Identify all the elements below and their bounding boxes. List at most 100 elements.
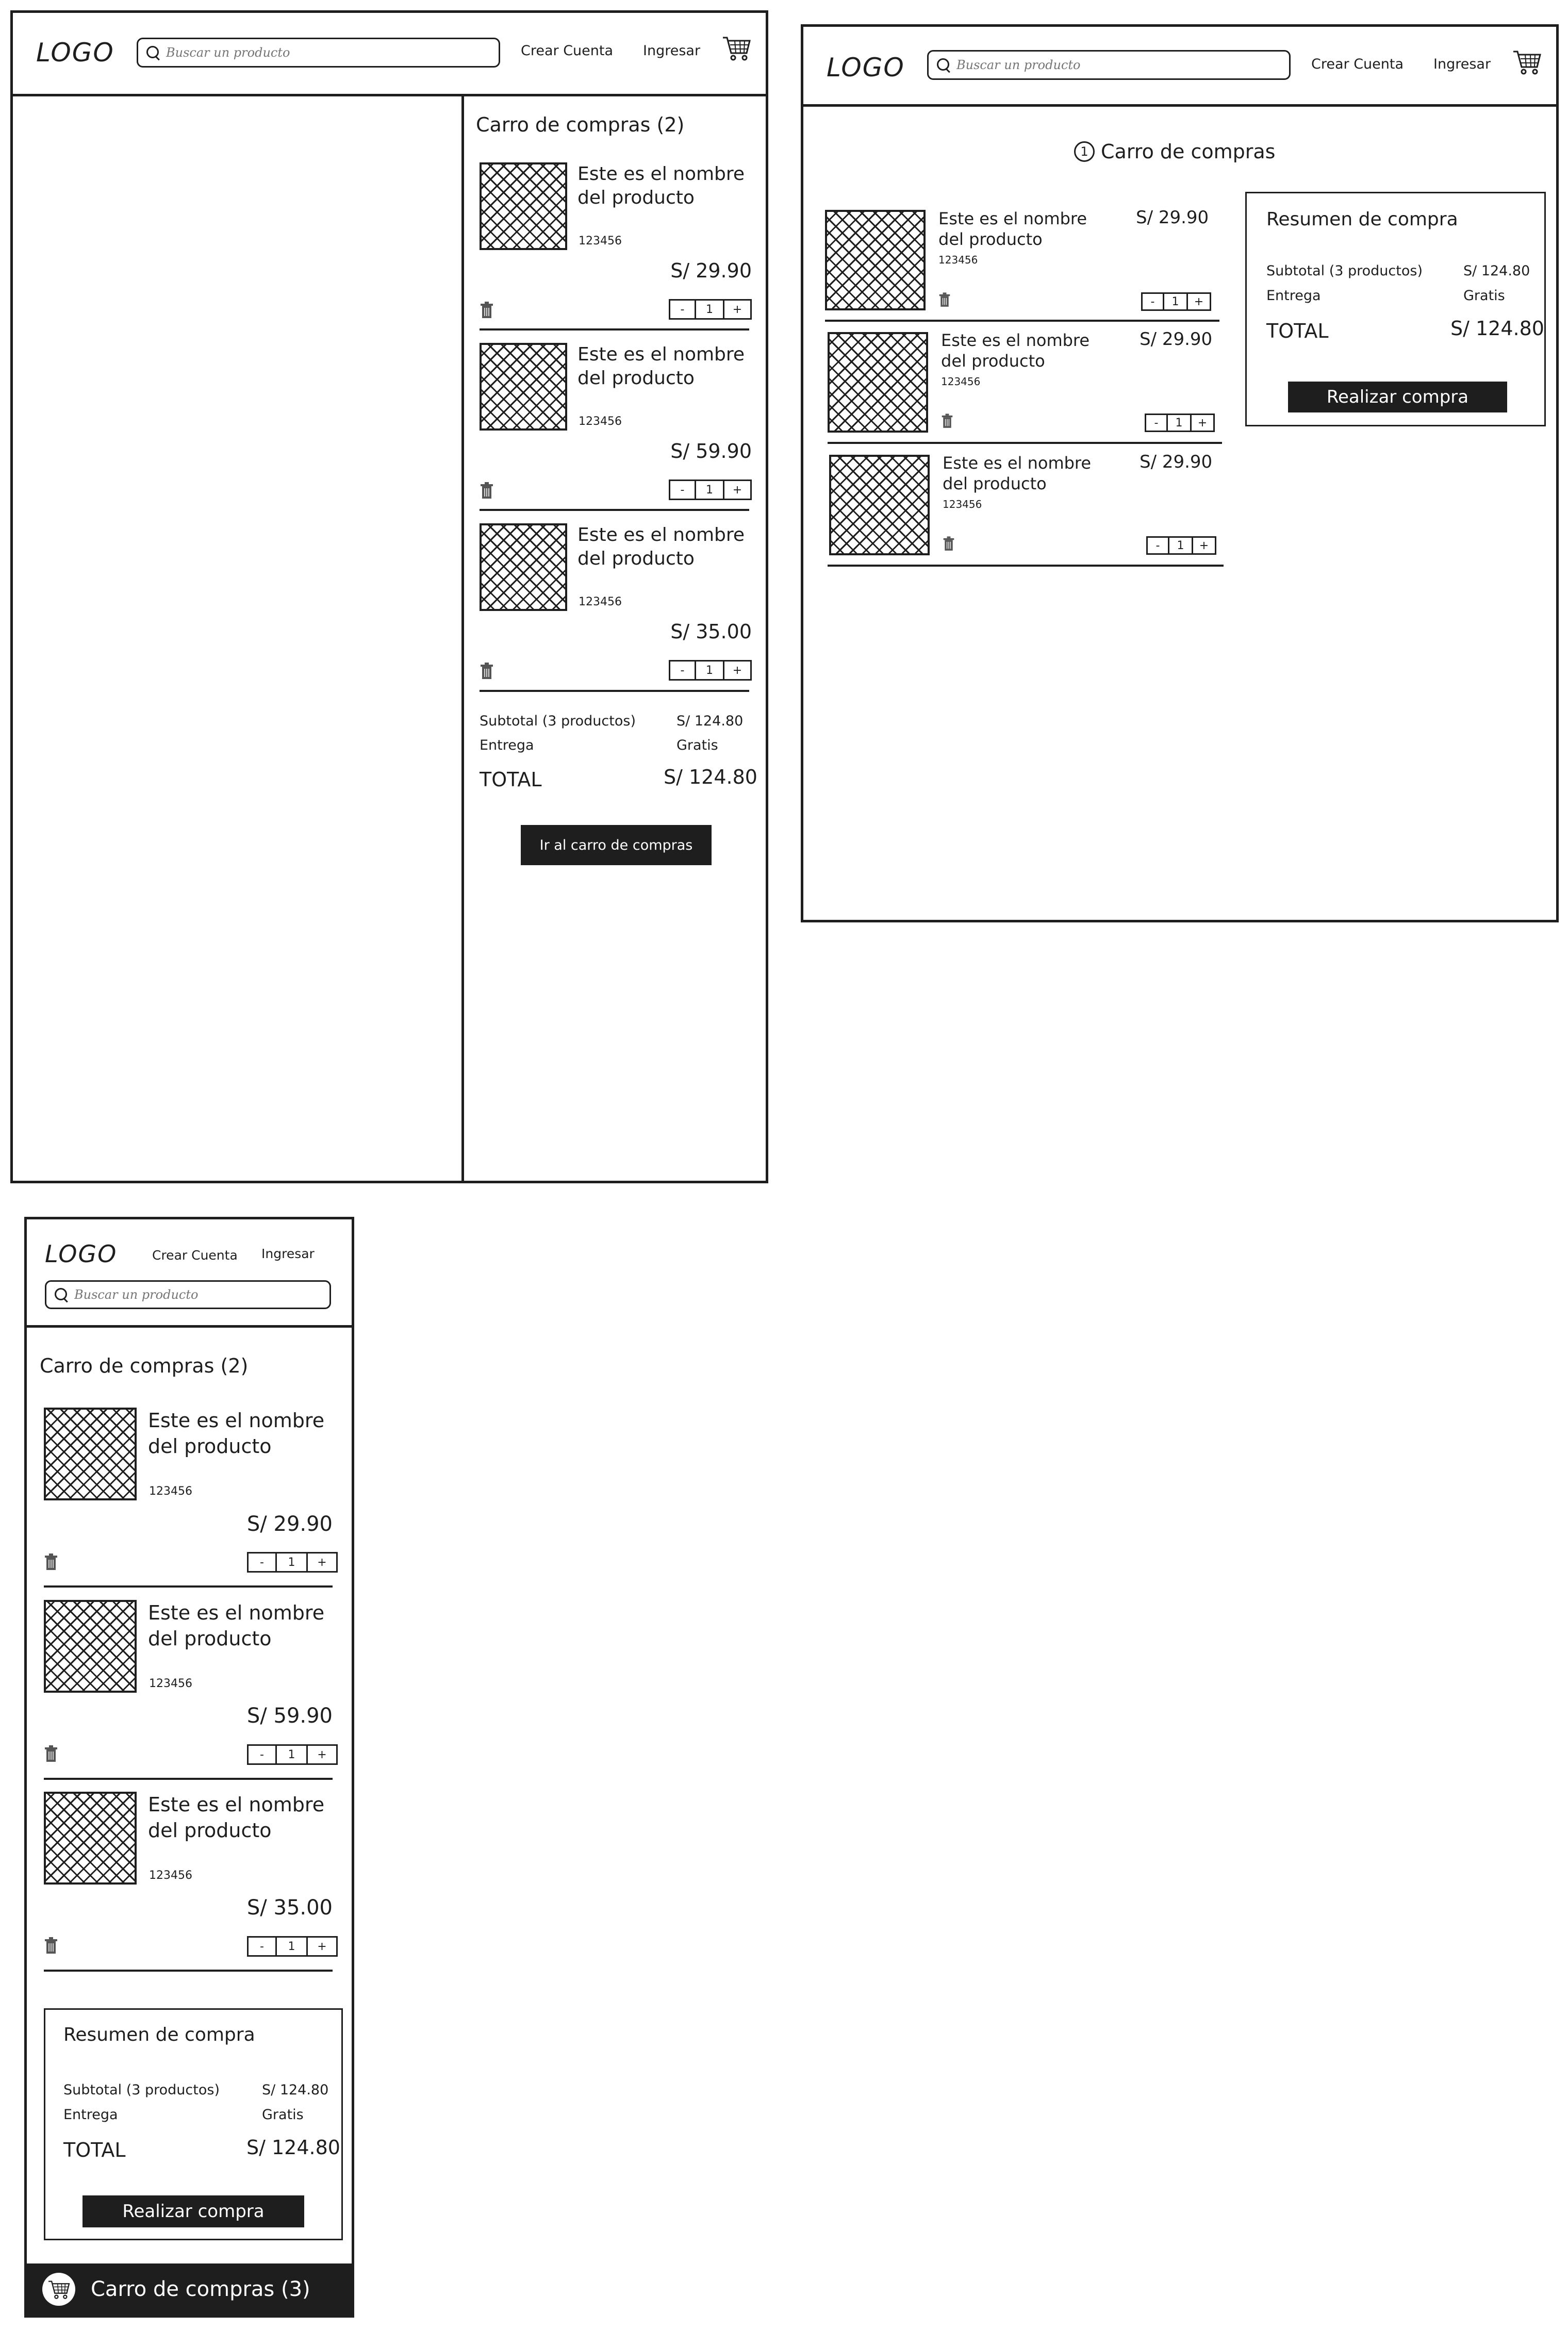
create-account-link[interactable]: Crear Cuenta [521, 43, 613, 59]
decrease-button[interactable]: - [249, 1746, 277, 1763]
product-sku: 123456 [149, 1869, 192, 1882]
quantity-value[interactable]: 1 [277, 1938, 308, 1955]
increase-button[interactable]: + [308, 1554, 336, 1571]
cart-icon[interactable] [722, 35, 751, 61]
product-name[interactable]: Este es el nombre del producto [577, 343, 763, 390]
product-price: S/ 59.90 [670, 440, 752, 462]
product-name[interactable]: Este es el nombre del producto [148, 1600, 344, 1651]
trash-icon[interactable] [44, 1937, 58, 1955]
login-link[interactable]: Ingresar [643, 43, 700, 59]
search-input[interactable] [956, 58, 1239, 72]
product-name[interactable]: Este es el nombre del producto [577, 162, 763, 210]
logo[interactable]: LOGO [827, 53, 905, 82]
quantity-stepper[interactable]: - 1 + [247, 1552, 338, 1573]
search-icon [54, 1287, 69, 1302]
drawer-title: Carro de compras (2) [476, 113, 685, 136]
quantity-value[interactable]: 1 [696, 662, 724, 679]
header: LOGO Crear Cuenta Ingresar [13, 13, 766, 96]
decrease-button[interactable]: - [670, 301, 696, 318]
item-divider [480, 690, 749, 692]
trash-icon[interactable] [941, 414, 953, 429]
go-to-cart-button[interactable]: Ir al carro de compras [521, 825, 712, 865]
checkout-button[interactable]: Realizar compra [1288, 382, 1507, 412]
trash-icon[interactable] [44, 1554, 58, 1571]
decrease-button[interactable]: - [249, 1938, 277, 1955]
subtotal-value: S/ 124.80 [1463, 263, 1530, 279]
checkout-button[interactable]: Realizar compra [82, 2195, 304, 2227]
drawer-divider [461, 94, 464, 1181]
decrease-button[interactable]: - [1146, 415, 1168, 431]
quantity-stepper[interactable]: - 1 + [669, 480, 752, 500]
quantity-value[interactable]: 1 [277, 1554, 308, 1571]
trash-icon[interactable] [938, 292, 951, 308]
cart-icon [48, 2281, 70, 2299]
quantity-stepper[interactable]: - 1 + [1141, 292, 1211, 311]
increase-button[interactable]: + [724, 662, 750, 679]
search-bar[interactable] [137, 38, 500, 68]
trash-icon[interactable] [44, 1745, 58, 1763]
logo[interactable]: LOGO [45, 1240, 117, 1268]
product-price: S/ 35.00 [246, 1896, 333, 1920]
total-label: TOTAL [1266, 320, 1329, 342]
product-name[interactable]: Este es el nombre del producto [941, 330, 1106, 371]
quantity-stepper[interactable]: - 1 + [247, 1744, 338, 1765]
item-divider [825, 320, 1219, 322]
quantity-value[interactable]: 1 [1169, 538, 1193, 553]
increase-button[interactable]: + [724, 481, 750, 499]
mobile-cart-bar[interactable]: Carro de compras (3) [27, 2263, 352, 2315]
decrease-button[interactable]: - [670, 481, 696, 499]
item-divider [44, 1970, 333, 1972]
product-name[interactable]: Este es el nombre del producto [577, 523, 763, 571]
desktop-cart-page-frame: LOGO Crear Cuenta Ingresar 1 Carro de co… [801, 24, 1559, 922]
quantity-stepper[interactable]: - 1 + [247, 1936, 338, 1957]
search-input[interactable] [166, 45, 449, 60]
trash-icon[interactable] [480, 302, 494, 319]
cart-icon[interactable] [1512, 48, 1541, 75]
quantity-value[interactable]: 1 [696, 301, 724, 318]
quantity-stepper[interactable]: - 1 + [669, 660, 752, 681]
search-bar[interactable] [927, 50, 1291, 80]
total-label: TOTAL [63, 2139, 126, 2161]
quantity-stepper[interactable]: - 1 + [669, 299, 752, 320]
page-title: 1 Carro de compras [1074, 140, 1275, 163]
quantity-value[interactable]: 1 [1168, 415, 1192, 431]
search-input[interactable] [74, 1287, 295, 1302]
trash-icon[interactable] [480, 482, 494, 500]
increase-button[interactable]: + [308, 1938, 336, 1955]
subtotal-label: Subtotal (3 productos) [480, 713, 636, 729]
increase-button[interactable]: + [1193, 538, 1215, 553]
product-name[interactable]: Este es el nombre del producto [148, 1792, 344, 1843]
increase-button[interactable]: + [308, 1746, 336, 1763]
search-bar[interactable] [45, 1280, 331, 1309]
login-link[interactable]: Ingresar [1433, 56, 1491, 72]
summary-title: Resumen de compra [63, 2024, 255, 2045]
quantity-stepper[interactable]: - 1 + [1146, 536, 1216, 555]
total-label: TOTAL [480, 768, 542, 791]
item-divider [44, 1585, 333, 1588]
trash-icon[interactable] [480, 663, 494, 680]
trash-icon[interactable] [943, 536, 955, 552]
logo[interactable]: LOGO [36, 38, 114, 68]
quantity-value[interactable]: 1 [1164, 294, 1188, 309]
step-number: 1 [1074, 141, 1095, 162]
decrease-button[interactable]: - [1148, 538, 1169, 553]
product-name[interactable]: Este es el nombre del producto [148, 1408, 344, 1459]
increase-button[interactable]: + [724, 301, 750, 318]
subtotal-value: S/ 124.80 [262, 2082, 329, 2098]
header: LOGO Crear Cuenta Ingresar [803, 27, 1556, 107]
page-title-text: Carro de compras [1101, 140, 1276, 163]
product-name[interactable]: Este es el nombre del producto [938, 208, 1103, 250]
product-name[interactable]: Este es el nombre del producto [943, 453, 1108, 494]
login-link[interactable]: Ingresar [261, 1246, 315, 1261]
increase-button[interactable]: + [1192, 415, 1213, 431]
create-account-link[interactable]: Crear Cuenta [152, 1248, 238, 1263]
decrease-button[interactable]: - [670, 662, 696, 679]
create-account-link[interactable]: Crear Cuenta [1311, 56, 1404, 72]
decrease-button[interactable]: - [249, 1554, 277, 1571]
cart-icon-badge [42, 2273, 75, 2306]
quantity-value[interactable]: 1 [696, 481, 724, 499]
quantity-stepper[interactable]: - 1 + [1145, 414, 1215, 432]
increase-button[interactable]: + [1188, 294, 1210, 309]
quantity-value[interactable]: 1 [277, 1746, 308, 1763]
decrease-button[interactable]: - [1143, 294, 1164, 309]
